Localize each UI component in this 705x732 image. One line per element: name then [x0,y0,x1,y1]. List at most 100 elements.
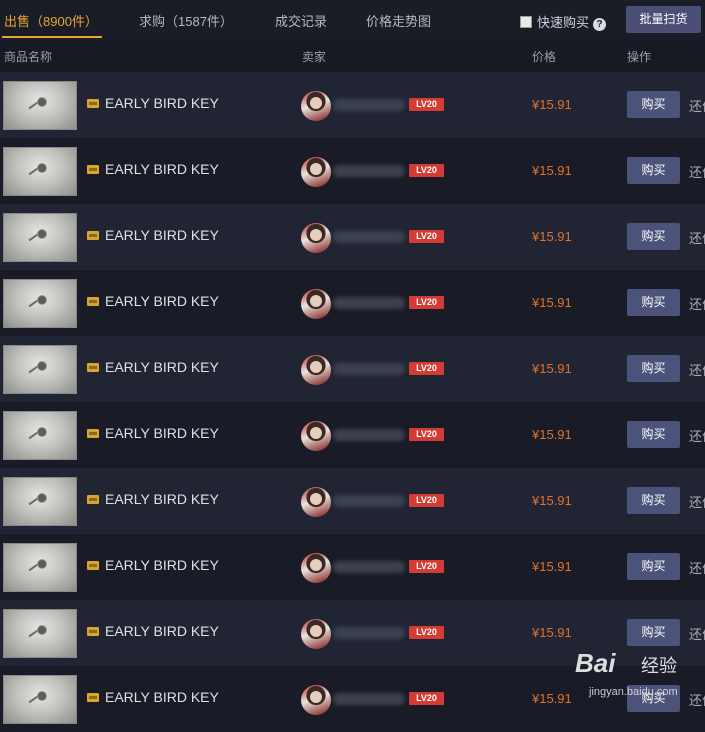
bargain-link[interactable]: 还价 [689,624,705,643]
buy-button[interactable]: 购买 [627,223,680,250]
item-name[interactable]: EARLY BIRD KEY [105,293,219,309]
table-row: EARLY BIRD KEY LV20 ¥15.91 购买还价 [0,72,705,138]
item-tag-icon [87,627,99,636]
seller-name-blurred [333,165,405,177]
item-price: ¥15.91 [532,691,572,706]
seller-name-blurred [333,297,405,309]
seller-avatar[interactable] [301,289,331,319]
key-icon [38,164,46,172]
tab-bar: 出售（8900件） 求购（1587件） 成交记录 价格走势图 快速购买? 批量扫… [0,0,705,40]
bargain-link[interactable]: 还价 [689,96,705,115]
seller-level-badge: LV20 [409,692,444,705]
buy-button[interactable]: 购买 [627,157,680,184]
item-thumbnail[interactable] [3,213,77,262]
seller-avatar[interactable] [301,91,331,121]
item-name[interactable]: EARLY BIRD KEY [105,557,219,573]
item-thumbnail[interactable] [3,477,77,526]
item-tag-icon [87,99,99,108]
item-price: ¥15.91 [532,625,572,640]
item-name[interactable]: EARLY BIRD KEY [105,689,219,705]
item-tag-icon [87,495,99,504]
buy-button[interactable]: 购买 [627,91,680,118]
bargain-link[interactable]: 还价 [689,492,705,511]
bargain-link[interactable]: 还价 [689,228,705,247]
seller-level-badge: LV20 [409,230,444,243]
buy-button[interactable]: 购买 [627,421,680,448]
seller-avatar[interactable] [301,553,331,583]
seller-avatar[interactable] [301,619,331,649]
header-action: 操作 [627,50,652,64]
listing-table: EARLY BIRD KEYLV20¥15.91购买还价EARLY BIRD K… [0,72,705,732]
bargain-link[interactable]: 还价 [689,360,705,379]
seller-avatar[interactable] [301,487,331,517]
buy-button[interactable]: 购买 [627,289,680,316]
item-price: ¥15.91 [532,295,572,310]
item-tag-icon [87,429,99,438]
item-price: ¥15.91 [532,229,572,244]
seller-level-badge: LV20 [409,626,444,639]
buy-button[interactable]: 购买 [627,553,680,580]
item-name[interactable]: EARLY BIRD KEY [105,359,219,375]
header-price: 价格 [532,50,557,64]
key-icon [38,230,46,238]
seller-name-blurred [333,363,405,375]
buy-button[interactable]: 购买 [627,355,680,382]
seller-level-badge: LV20 [409,164,444,177]
seller-avatar[interactable] [301,685,331,715]
seller-name-blurred [333,561,405,573]
watermark-text: 经验 [641,656,677,676]
question-circle-icon[interactable]: ? [593,18,607,31]
item-thumbnail[interactable] [3,345,77,394]
quick-buy-toggle[interactable]: 快速购买? [520,12,607,31]
item-name[interactable]: EARLY BIRD KEY [105,161,219,177]
bargain-link[interactable]: 还价 [689,294,705,313]
bargain-link[interactable]: 还价 [689,426,705,445]
seller-level-badge: LV20 [409,296,444,309]
item-price: ¥15.91 [532,97,572,112]
item-thumbnail[interactable] [3,675,77,724]
seller-avatar[interactable] [301,355,331,385]
item-name[interactable]: EARLY BIRD KEY [105,491,219,507]
quick-buy-label: 快速购买 [537,15,590,30]
seller-name-blurred [333,495,405,507]
seller-name-blurred [333,99,405,111]
bargain-link[interactable]: 还价 [689,558,705,577]
table-row: EARLY BIRD KEY LV20 ¥15.91 购买还价 [0,534,705,600]
item-thumbnail[interactable] [3,543,77,592]
item-name[interactable]: EARLY BIRD KEY [105,227,219,243]
bargain-link[interactable]: 还价 [689,162,705,181]
tab-buy-orders[interactable]: 求购（1587件） [139,11,233,30]
item-name[interactable]: EARLY BIRD KEY [105,425,219,441]
seller-level-badge: LV20 [409,98,444,111]
tab-price-chart[interactable]: 价格走势图 [366,11,431,30]
seller-name-blurred [333,429,405,441]
item-thumbnail[interactable] [3,81,77,130]
seller-level-badge: LV20 [409,428,444,441]
buy-button[interactable]: 购买 [627,487,680,514]
item-thumbnail[interactable] [3,609,77,658]
item-price: ¥15.91 [532,493,572,508]
key-icon [38,362,46,370]
item-tag-icon [87,561,99,570]
item-name[interactable]: EARLY BIRD KEY [105,623,219,639]
seller-avatar[interactable] [301,223,331,253]
seller-avatar[interactable] [301,421,331,451]
seller-avatar[interactable] [301,157,331,187]
item-tag-icon [87,165,99,174]
key-icon [38,428,46,436]
tab-sell[interactable]: 出售（8900件） [4,11,98,30]
quick-buy-checkbox[interactable] [520,16,532,28]
item-thumbnail[interactable] [3,147,77,196]
item-thumbnail[interactable] [3,411,77,460]
seller-level-badge: LV20 [409,560,444,573]
item-price: ¥15.91 [532,559,572,574]
item-thumbnail[interactable] [3,279,77,328]
tab-transactions[interactable]: 成交记录 [275,11,327,30]
key-icon [38,626,46,634]
bulk-buy-button[interactable]: 批量扫货 [626,6,701,33]
item-tag-icon [87,231,99,240]
key-icon [38,98,46,106]
table-row: EARLY BIRD KEY LV20 ¥15.91 购买还价 [0,138,705,204]
seller-level-badge: LV20 [409,362,444,375]
item-name[interactable]: EARLY BIRD KEY [105,95,219,111]
